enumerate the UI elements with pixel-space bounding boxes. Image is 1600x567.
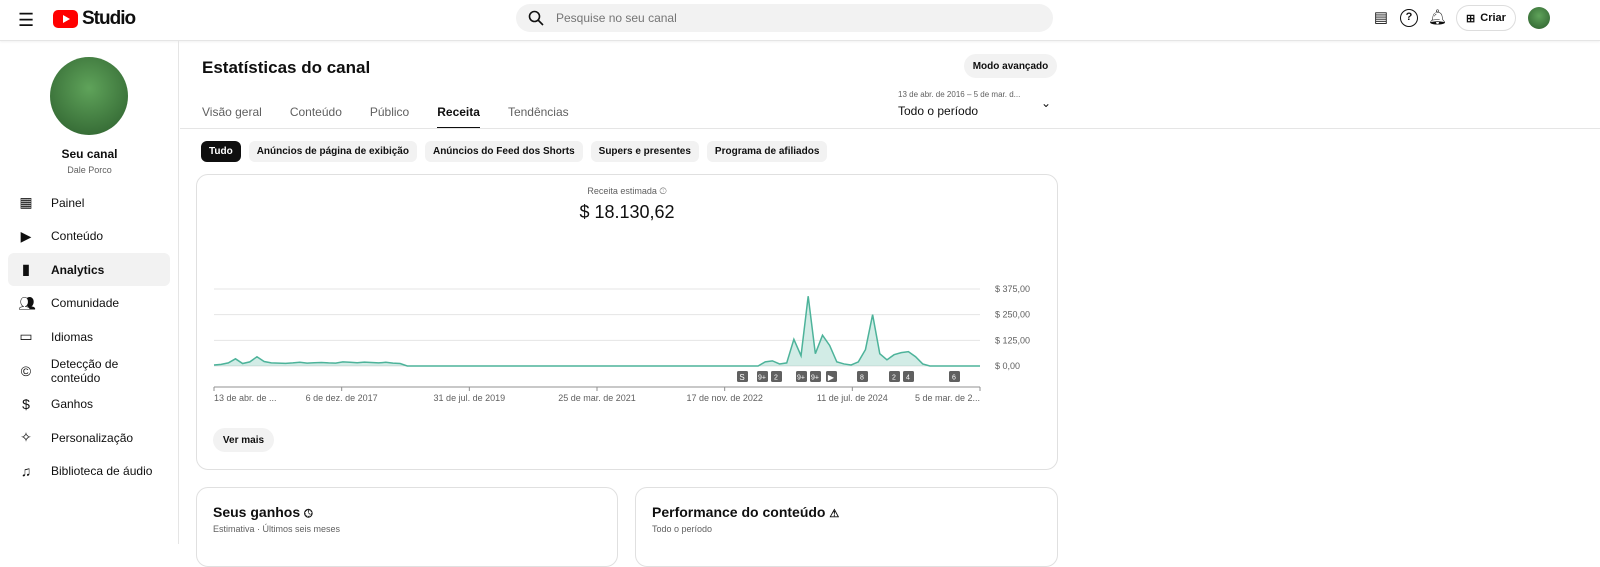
studio-logo[interactable]: Studio	[53, 8, 136, 30]
magic-wand-icon: ✧	[20, 429, 32, 446]
sidebar-item-content[interactable]: ▶ Conteúdo	[8, 220, 170, 253]
page-title: Estatísticas do canal	[202, 58, 371, 77]
earnings-card: Seus ganhos 🕓︎ Estimativa · Últimos seis…	[196, 487, 618, 567]
sidebar-item-audio-library[interactable]: ♫ Biblioteca de áudio	[8, 455, 170, 488]
annotation-label: 8	[860, 375, 864, 382]
chevron-down-icon[interactable]: ⌄	[1041, 96, 1051, 110]
content-icon: ▶	[20, 227, 32, 244]
date-range-selector[interactable]: 13 de abr. de 2016 – 5 de mar. d... Todo…	[898, 90, 1020, 118]
performance-title: Performance do conteúdo ⚠	[652, 504, 840, 520]
x-tick-label: 17 de nov. de 2022	[686, 393, 762, 403]
sidebar-item-subtitles[interactable]: ▭ Idiomas	[8, 320, 170, 353]
tab-3[interactable]: Receita	[437, 105, 480, 129]
filter-chip[interactable]: Anúncios do Feed dos Shorts	[424, 141, 583, 162]
warning-icon: ⚠	[829, 508, 840, 520]
sidebar-item-community[interactable]: 👥︎ Comunidade	[8, 287, 170, 320]
y-tick-label: $ 125,00	[995, 335, 1030, 345]
annotation-label: 9+	[811, 375, 819, 382]
content-performance-card: Performance do conteúdo ⚠ Todo o período	[635, 487, 1058, 567]
search-bar[interactable]	[516, 4, 1053, 32]
audio-library-icon: ♫	[20, 463, 32, 480]
annotation-label: 2	[892, 375, 896, 382]
sidebar-item-analytics[interactable]: ▮ Analytics	[8, 253, 170, 287]
menu-icon[interactable]: ☰	[18, 11, 34, 29]
earnings-title: Seus ganhos 🕓︎	[213, 504, 313, 520]
dashboard-icon: ▦	[19, 194, 33, 210]
account-avatar[interactable]	[1528, 7, 1550, 29]
sidebar: Seu canal Dale Porco ▦ Painel ▶ Conteúdo ▮ An…	[0, 41, 179, 544]
search-input[interactable]	[556, 11, 1006, 25]
play-icon: ▶	[828, 373, 835, 382]
tab-0[interactable]: Visão geral	[202, 105, 262, 129]
sidebar-item-earn[interactable]: $ Ganhos	[8, 388, 170, 421]
x-tick-label: 31 de jul. de 2019	[434, 393, 506, 403]
see-more-button[interactable]: Ver mais	[213, 428, 274, 452]
revenue-area	[214, 296, 980, 366]
sidebar-item-dashboard[interactable]: ▦ Painel	[8, 186, 170, 219]
youtube-logo-icon	[53, 10, 78, 28]
tabs: Visão geral Conteúdo Público Receita Tendênc…	[202, 105, 597, 129]
date-range-dates: 13 de abr. de 2016 – 5 de mar. d...	[898, 90, 1021, 99]
revenue-value: $ 18.130,62	[579, 202, 675, 222]
community-icon: 👥︎	[18, 294, 36, 311]
x-tick-label: 6 de dez. de 2017	[306, 393, 378, 403]
shorts-icon: S	[739, 373, 744, 382]
revenue-chart[interactable]: $ 375,00 $ 250,00 $ 125,00 $ 0,00 S 9+ 2 9+ 9+ ▶ 8…	[196, 270, 1056, 415]
annotation-label: 9+	[797, 375, 805, 382]
analytics-icon: ▮	[22, 261, 30, 278]
earn-icon: $	[22, 396, 30, 413]
filter-chips: Tudo Anúncios de página de exibição Anúnci…	[201, 141, 828, 162]
tab-1[interactable]: Conteúdo	[290, 105, 342, 129]
revenue-label: Receita estimada 🕓︎	[587, 186, 667, 196]
feedback-icon[interactable]: ▤	[1372, 9, 1390, 27]
annotation-label: 2	[774, 375, 778, 382]
clock-icon: 🕓︎	[304, 508, 313, 520]
earnings-subtitle: Estimativa · Últimos seis meses	[213, 524, 341, 534]
sidebar-item-magic-wand[interactable]: ✧ Personalização	[8, 421, 170, 454]
annotation-label: 9+	[758, 375, 766, 382]
channel-avatar[interactable]	[50, 57, 128, 135]
channel-title: Seu canal	[61, 147, 118, 161]
search-icon	[528, 10, 544, 26]
tab-4[interactable]: Tendências	[508, 105, 569, 129]
help-icon[interactable]: ?	[1400, 9, 1418, 27]
channel-name: Dale Porco	[67, 165, 112, 175]
filter-chip[interactable]: Tudo	[201, 141, 241, 162]
annotation-label: 4	[906, 375, 910, 382]
video-add-icon: ⊞	[1466, 12, 1476, 25]
filter-chip[interactable]: Programa de afiliados	[706, 141, 828, 162]
x-tick-label: 11 de jul. de 2024	[817, 393, 888, 403]
filter-chip[interactable]: Supers e presentes	[590, 141, 699, 162]
notifications-icon[interactable]: 🔔︎	[1428, 9, 1447, 27]
tab-2[interactable]: Público	[370, 105, 409, 129]
sidebar-item-copyright[interactable]: © Detecção de conteúdo	[8, 354, 170, 387]
y-tick-label: $ 375,00	[995, 284, 1030, 294]
subtitles-icon: ▭	[19, 328, 33, 345]
x-tick-label: 5 de mar. de 2...	[915, 393, 980, 403]
clock-icon: 🕓︎	[659, 186, 667, 196]
performance-subtitle: Todo o período	[652, 524, 713, 534]
create-button[interactable]: ⊞ Criar	[1456, 5, 1516, 31]
top-bar: ☰ Studio ▤ ? 🔔︎ ⊞Criar	[0, 0, 1600, 41]
x-tick-label: 13 de abr. de ...	[214, 393, 277, 403]
date-range-label: Todo o período	[898, 104, 979, 118]
x-tick-label: 25 de mar. de 2021	[558, 393, 636, 403]
advanced-mode-button[interactable]: Modo avançado	[964, 54, 1057, 78]
y-tick-label: $ 0,00	[995, 361, 1020, 371]
divider	[180, 128, 1600, 129]
y-tick-label: $ 250,00	[995, 310, 1030, 320]
annotation-label: 6	[952, 375, 956, 382]
filter-chip[interactable]: Anúncios de página de exibição	[248, 141, 417, 162]
copyright-icon: ©	[20, 362, 32, 379]
